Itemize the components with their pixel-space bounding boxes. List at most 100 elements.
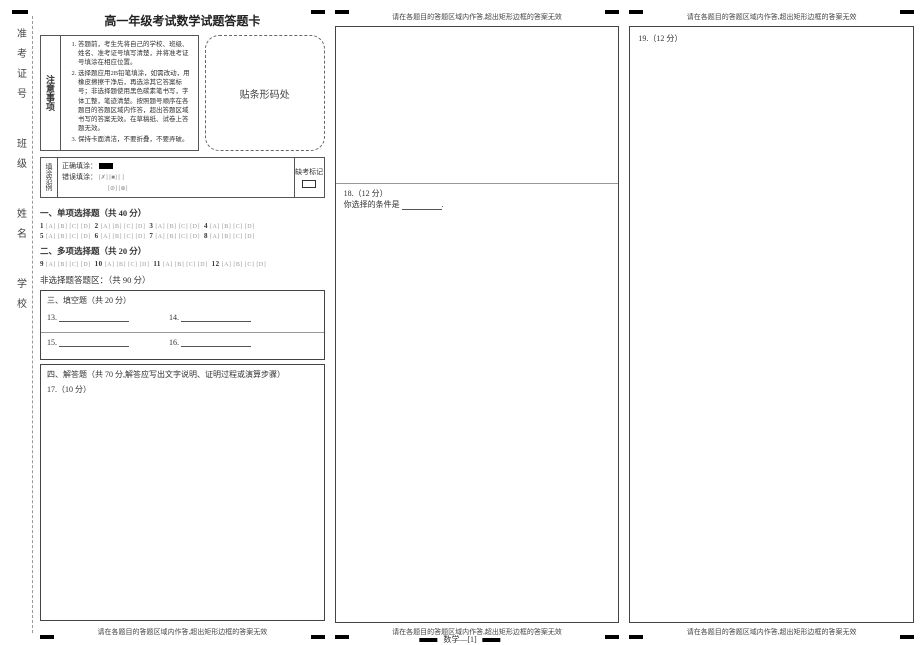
blank[interactable] bbox=[181, 312, 251, 322]
fill-example-box: 填涂范例 正确填涂： 错误填涂： [✗] [■] [ ] [⊘] [⊕] 缺考标… bbox=[40, 157, 325, 198]
q-num: 11 bbox=[153, 260, 161, 268]
section2-head: 二、多项选择题（共 20 分） bbox=[40, 245, 325, 257]
answer-box-col2: 18.（12 分） 你选择的条件是 . bbox=[335, 26, 620, 623]
mc-row: 9 [A] [B] [C] [D] 10 [A] [B] [C] [D] 11 … bbox=[40, 260, 325, 268]
absent-label: 缺考标记 bbox=[295, 167, 323, 177]
q15-label: 15. bbox=[47, 338, 57, 347]
barcode-area: 贴条形码处 bbox=[205, 35, 325, 151]
long-answer-box: 四、解答题（共 70 分,解答应写出文字说明、证明过程或演算步骤） 17.（10… bbox=[40, 364, 325, 621]
reg-mark bbox=[483, 638, 501, 642]
q-num: 8 bbox=[204, 232, 208, 240]
bubbles[interactable]: [A] [B] [C] [D] bbox=[105, 262, 150, 268]
section1-head: 一、单项选择题（共 40 分） bbox=[40, 207, 325, 219]
absent-checkbox[interactable] bbox=[302, 180, 316, 188]
column-3: 请在各题目的答题区域内作答,超出矩形边框的答案无效 19.（12 分） 请在各题… bbox=[629, 10, 914, 639]
fill-example-label: 填涂范例 bbox=[41, 158, 58, 197]
reg-mark bbox=[12, 10, 28, 14]
q14-label: 14. bbox=[169, 313, 179, 322]
black-chip-icon bbox=[99, 163, 113, 169]
notice-box: 注意事项 答题前，考生先将自己的学校、班级、姓名、准考证号填写清楚，并将准考证号… bbox=[40, 35, 199, 151]
bubbles[interactable]: [A] [B] [C] [D] bbox=[155, 234, 200, 240]
notice-item: 选择题应用2B铅笔填涂，如需改动，用橡皮擦擦干净后，再选涂其它答案标号；非选择题… bbox=[78, 69, 193, 133]
q-num: 2 bbox=[95, 222, 99, 230]
reg-mark bbox=[629, 10, 643, 14]
barcode-label: 贴条形码处 bbox=[240, 86, 290, 101]
reg-mark bbox=[605, 10, 619, 14]
q18-label: 18.（12 分） bbox=[344, 188, 611, 199]
q18-answer-area[interactable] bbox=[344, 210, 611, 616]
bubbles[interactable]: [A] [B] [C] [D] bbox=[46, 224, 91, 230]
q13-label: 13. bbox=[47, 313, 57, 322]
blank[interactable] bbox=[59, 312, 129, 322]
reg-mark bbox=[311, 10, 325, 14]
q19-answer-area[interactable] bbox=[638, 44, 905, 616]
q18-prompt: 你选择的条件是 bbox=[344, 200, 400, 209]
section4-head: 四、解答题（共 70 分,解答应写出文字说明、证明过程或演算步骤） bbox=[47, 369, 318, 380]
correct-fill-label: 正确填涂： bbox=[62, 162, 97, 170]
q17-label: 17.（10 分） bbox=[47, 384, 318, 395]
reg-mark bbox=[419, 638, 437, 642]
spine-label-name: 姓名 bbox=[13, 208, 28, 248]
reg-mark bbox=[311, 635, 325, 639]
answer-box-col3: 19.（12 分） bbox=[629, 26, 914, 623]
q16-label: 16. bbox=[169, 338, 179, 347]
reg-mark bbox=[335, 10, 349, 14]
notice-item: 答题前，考生先将自己的学校、班级、姓名、准考证号填写清楚，并将准考证号填涂在相应… bbox=[78, 40, 193, 67]
bubbles[interactable]: [A] [B] [C] [D] bbox=[46, 234, 91, 240]
bubbles[interactable]: [A] [B] [C] [D] bbox=[210, 224, 255, 230]
bubbles[interactable]: [A] [B] [C] [D] bbox=[163, 262, 208, 268]
q-num: 10 bbox=[95, 260, 103, 268]
reg-mark bbox=[40, 635, 54, 639]
section3-head: 三、填空题（共 20 分） bbox=[47, 295, 318, 306]
absent-box: 缺考标记 bbox=[294, 158, 324, 197]
q-num: 5 bbox=[40, 232, 44, 240]
fill-blank-box: 三、填空题（共 20 分） 13. 14. 15. 16. bbox=[40, 290, 325, 360]
q-num: 12 bbox=[212, 260, 220, 268]
q-num: 3 bbox=[149, 222, 153, 230]
wrong-fill-label: 错误填涂： bbox=[62, 173, 97, 181]
q-num: 6 bbox=[95, 232, 99, 240]
notice-item: 保持卡面清洁，不要折叠，不要弄破。 bbox=[78, 135, 193, 144]
sheet-title: 高一年级考试数学试题答题卡 bbox=[40, 12, 325, 29]
reg-mark bbox=[629, 635, 643, 639]
wrong-fill-syms2: [⊘] [⊕] bbox=[108, 186, 128, 192]
bubbles[interactable]: [A] [B] [C] [D] bbox=[46, 262, 91, 268]
blank[interactable] bbox=[181, 337, 251, 347]
notice-text: 答题前，考生先将自己的学校、班级、姓名、准考证号填写清楚，并将准考证号填涂在相应… bbox=[61, 36, 198, 150]
non-mc-head: 非选择题答题区：（共 90 分） bbox=[40, 274, 325, 286]
spine-label-examno: 准考证号 bbox=[13, 28, 28, 108]
top-warning: 请在各题目的答题区域内作答,超出矩形边框的答案无效 bbox=[335, 10, 620, 24]
wrong-fill-syms: [✗] [■] [ ] bbox=[99, 175, 124, 181]
spine-label-school: 学校 bbox=[13, 278, 28, 318]
reg-mark bbox=[605, 635, 619, 639]
fold-line bbox=[32, 16, 33, 633]
notice-label: 注意事项 bbox=[41, 36, 61, 150]
reg-mark bbox=[900, 10, 914, 14]
page-number: 数学—[1] bbox=[443, 634, 476, 645]
column-2: 请在各题目的答题区域内作答,超出矩形边框的答案无效 18.（12 分） 你选择的… bbox=[335, 10, 620, 639]
bubbles[interactable]: [A] [B] [C] [D] bbox=[210, 234, 255, 240]
q-num: 9 bbox=[40, 260, 44, 268]
q-num: 1 bbox=[40, 222, 44, 230]
bubbles[interactable]: [A] [B] [C] [D] bbox=[155, 224, 200, 230]
blank[interactable] bbox=[402, 200, 442, 210]
q17-continued-area[interactable] bbox=[344, 33, 611, 183]
bubbles[interactable]: [A] [B] [C] [D] bbox=[222, 262, 267, 268]
mc-row: 1 [A] [B] [C] [D] 2 [A] [B] [C] [D] 3 [A… bbox=[40, 222, 325, 230]
bottom-warning: 请在各题目的答题区域内作答,超出矩形边框的答案无效 bbox=[629, 625, 914, 639]
q19-label: 19.（12 分） bbox=[638, 33, 905, 44]
fill-example-body: 正确填涂： 错误填涂： [✗] [■] [ ] [⊘] [⊕] bbox=[58, 158, 294, 197]
top-warning: 请在各题目的答题区域内作答,超出矩形边框的答案无效 bbox=[629, 10, 914, 24]
page-footer: 数学—[1] bbox=[419, 634, 500, 645]
divider bbox=[41, 332, 324, 333]
reg-mark bbox=[335, 635, 349, 639]
q-num: 4 bbox=[204, 222, 208, 230]
mc-row: 5 [A] [B] [C] [D] 6 [A] [B] [C] [D] 7 [A… bbox=[40, 232, 325, 240]
bubbles[interactable]: [A] [B] [C] [D] bbox=[101, 234, 146, 240]
column-1: 高一年级考试数学试题答题卡 注意事项 答题前，考生先将自己的学校、班级、姓名、准… bbox=[40, 10, 325, 639]
q-num: 7 bbox=[149, 232, 153, 240]
reg-mark bbox=[900, 635, 914, 639]
bottom-warning: 请在各题目的答题区域内作答,超出矩形边框的答案无效 bbox=[40, 625, 325, 639]
blank[interactable] bbox=[59, 337, 129, 347]
bubbles[interactable]: [A] [B] [C] [D] bbox=[101, 224, 146, 230]
